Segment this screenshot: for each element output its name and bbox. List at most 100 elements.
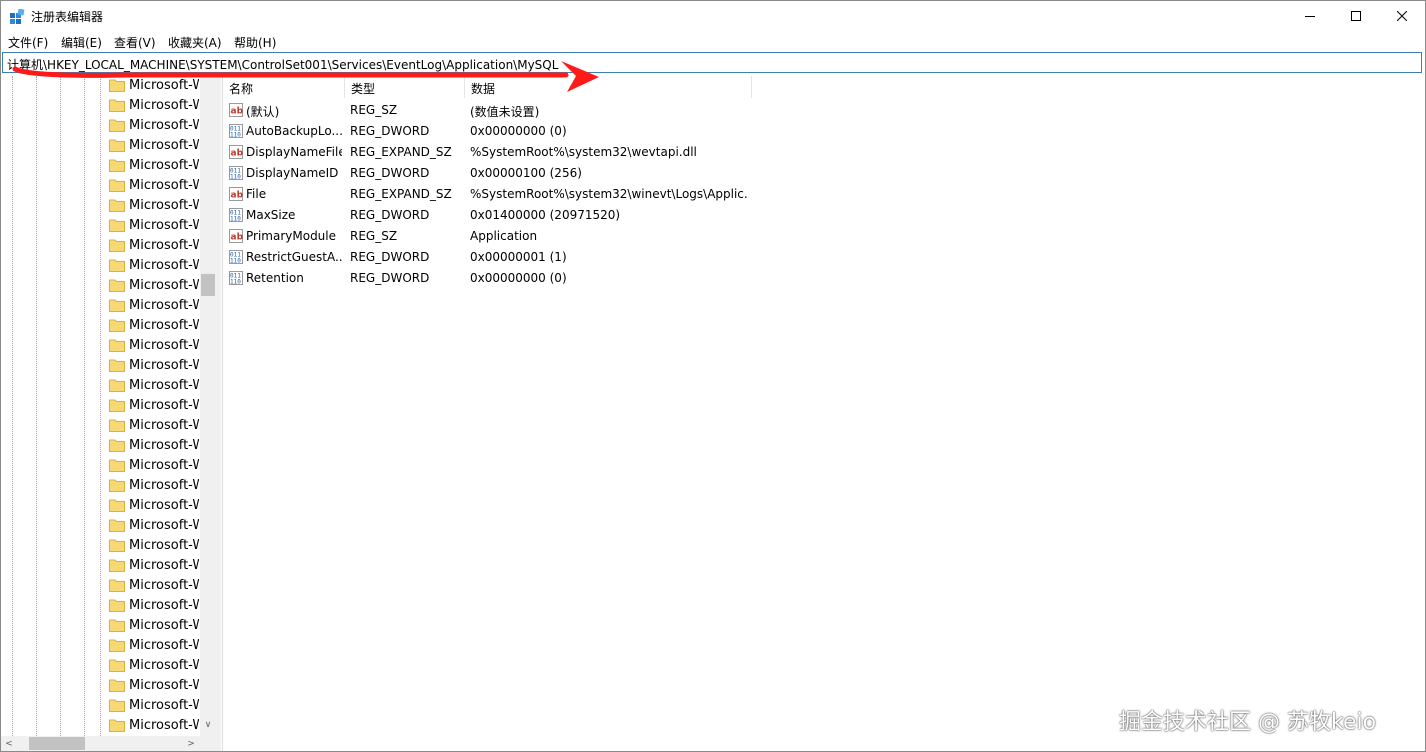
column-header-data[interactable]: 数据 [465,76,752,98]
menu-edit[interactable]: 编辑(E) [61,34,102,51]
value-list-pane[interactable]: 名称 类型 数据 ab (默认) REG_SZ (数值未设置) 011 110 AutoBa… [222,76,1425,751]
value-row[interactable]: 011 110 DisplayNameID REG_DWORD 0x00000100 (… [223,163,983,184]
tree-item-label: Microsoft-W [129,638,199,653]
tree-horizontal-scrollbar[interactable]: < > [1,736,216,751]
registry-editor-app-icon [10,9,25,24]
folder-icon [109,219,125,232]
svg-text:ab: ab [231,107,244,117]
close-icon [1397,11,1407,21]
menu-view[interactable]: 查看(V) [114,34,156,51]
tree-item-label: Microsoft-W [129,238,199,253]
value-row[interactable]: ab DisplayNameFile REG_EXPAND_SZ %SystemRoo… [223,142,983,163]
address-path[interactable]: 计算机\HKEY_LOCAL_MACHINE\SYSTEM\ControlSet… [7,56,558,73]
tree-item-label: Microsoft-W [129,78,199,93]
registry-editor-window: 注册表编辑器 文件(F) 编辑(E) 查看(V) 收藏夹(A) 帮助(H) 计算… [0,0,1426,752]
value-row[interactable]: 011 110 MaxSize REG_DWORD 0x01400000 (209715… [223,205,983,226]
value-data: %SystemRoot%\system32\wevtapi.dll [470,145,697,159]
tree-item-label: Microsoft-W [129,418,199,433]
tree-guide-line [84,76,85,736]
value-row[interactable]: ab PrimaryModule REG_SZ Application [223,226,983,247]
tree-item-label: Microsoft-W [129,698,199,713]
tree-item-label: Microsoft-W [129,658,199,673]
value-name: File [246,187,267,201]
value-row[interactable]: ab (默认) REG_SZ (数值未设置) [223,100,983,121]
tree-vertical-scrollbar[interactable]: ∨ [200,76,216,736]
svg-text:110: 110 [230,279,241,286]
value-row[interactable]: 011 110 RestrictGuestA... REG_DWORD 0x000000… [223,247,983,268]
value-type: REG_DWORD [350,166,430,180]
tree-item-label: Microsoft-W [129,138,199,153]
folder-icon [109,579,125,592]
tree-item-label: Microsoft-W [129,378,199,393]
folder-icon [109,679,125,692]
scroll-down-arrow-icon[interactable]: ∨ [202,718,214,732]
tree-item-label: Microsoft-W [129,678,199,693]
column-header-name-label: 名称 [229,82,254,96]
folder-icon [109,159,125,172]
tree-vertical-scroll-thumb[interactable] [201,274,215,296]
minimize-button[interactable] [1287,1,1333,31]
folder-icon [109,79,125,92]
folder-icon [109,559,125,572]
pane-splitter[interactable] [216,76,221,751]
value-data: (数值未设置) [470,105,540,119]
column-header-type-label: 类型 [351,82,376,96]
tree-item-label: Microsoft-W [129,258,199,273]
scroll-right-arrow-icon[interactable]: > [184,737,198,750]
folder-icon [109,359,125,372]
tree-item-label: Microsoft-W [129,298,199,313]
svg-text:ab: ab [231,233,244,243]
binary-value-icon: 011110 [229,271,243,285]
tree-item-label: Microsoft-W [129,598,199,613]
maximize-button[interactable] [1333,1,1379,31]
tree-item-label: Microsoft-W [129,218,199,233]
value-type: REG_SZ [350,103,398,117]
value-name: PrimaryModule [246,229,337,243]
tree-guide-line [36,76,37,736]
title-bar[interactable]: 注册表编辑器 [1,1,1425,31]
tree-item-label: Microsoft-W [129,98,199,113]
string-value-icon: ab [229,187,243,201]
window-title: 注册表编辑器 [31,10,104,24]
menu-favorites[interactable]: 收藏夹(A) [168,34,222,51]
binary-value-icon: 011110 [229,250,243,264]
value-type: REG_DWORD [350,208,430,222]
menu-file[interactable]: 文件(F) [8,34,48,51]
folder-icon [109,659,125,672]
folder-icon [109,399,125,412]
value-row[interactable]: 011 110 Retention REG_DWORD 0x00000000 (0) [223,268,983,289]
value-name: DisplayNameID [246,166,339,180]
value-row[interactable]: ab File REG_EXPAND_SZ %SystemRoot%\system32… [223,184,983,205]
value-name: RestrictGuestA... [246,250,342,264]
key-tree-pane[interactable]: Microsoft-W Microsoft-W Microsoft-W Microso… [1,76,216,751]
column-header-type[interactable]: 类型 [345,76,465,98]
value-name: AutoBackupLo... [246,124,342,138]
value-data: 0x00000001 (1) [470,250,567,264]
value-name: Retention [246,271,304,285]
maximize-icon [1351,11,1361,21]
menu-help[interactable]: 帮助(H) [234,34,276,51]
folder-icon [109,639,125,652]
folder-icon [109,439,125,452]
tree-guide-line [100,76,101,736]
value-type: REG_EXPAND_SZ [350,145,452,159]
folder-icon [109,539,125,552]
binary-value-icon: 011110 [229,124,243,138]
folder-icon [109,239,125,252]
value-name: (默认) [246,105,280,119]
folder-icon [109,199,125,212]
folder-icon [109,319,125,332]
minimize-icon [1305,16,1315,17]
tree-item-label: Microsoft-W [129,338,199,353]
value-data: Application [470,229,538,243]
tree-item-label: Microsoft-W [129,358,199,373]
folder-icon [109,179,125,192]
address-bar[interactable]: 计算机\HKEY_LOCAL_MACHINE\SYSTEM\ControlSet… [2,52,1422,73]
scroll-left-arrow-icon[interactable]: < [2,737,16,750]
column-header-name[interactable]: 名称 [223,76,345,98]
tree-horizontal-scroll-thumb[interactable] [29,737,85,750]
svg-text:110: 110 [230,132,241,139]
value-name: DisplayNameFile [246,145,342,159]
close-button[interactable] [1379,1,1425,31]
value-row[interactable]: 011 110 AutoBackupLo... REG_DWORD 0x00000000… [223,121,983,142]
